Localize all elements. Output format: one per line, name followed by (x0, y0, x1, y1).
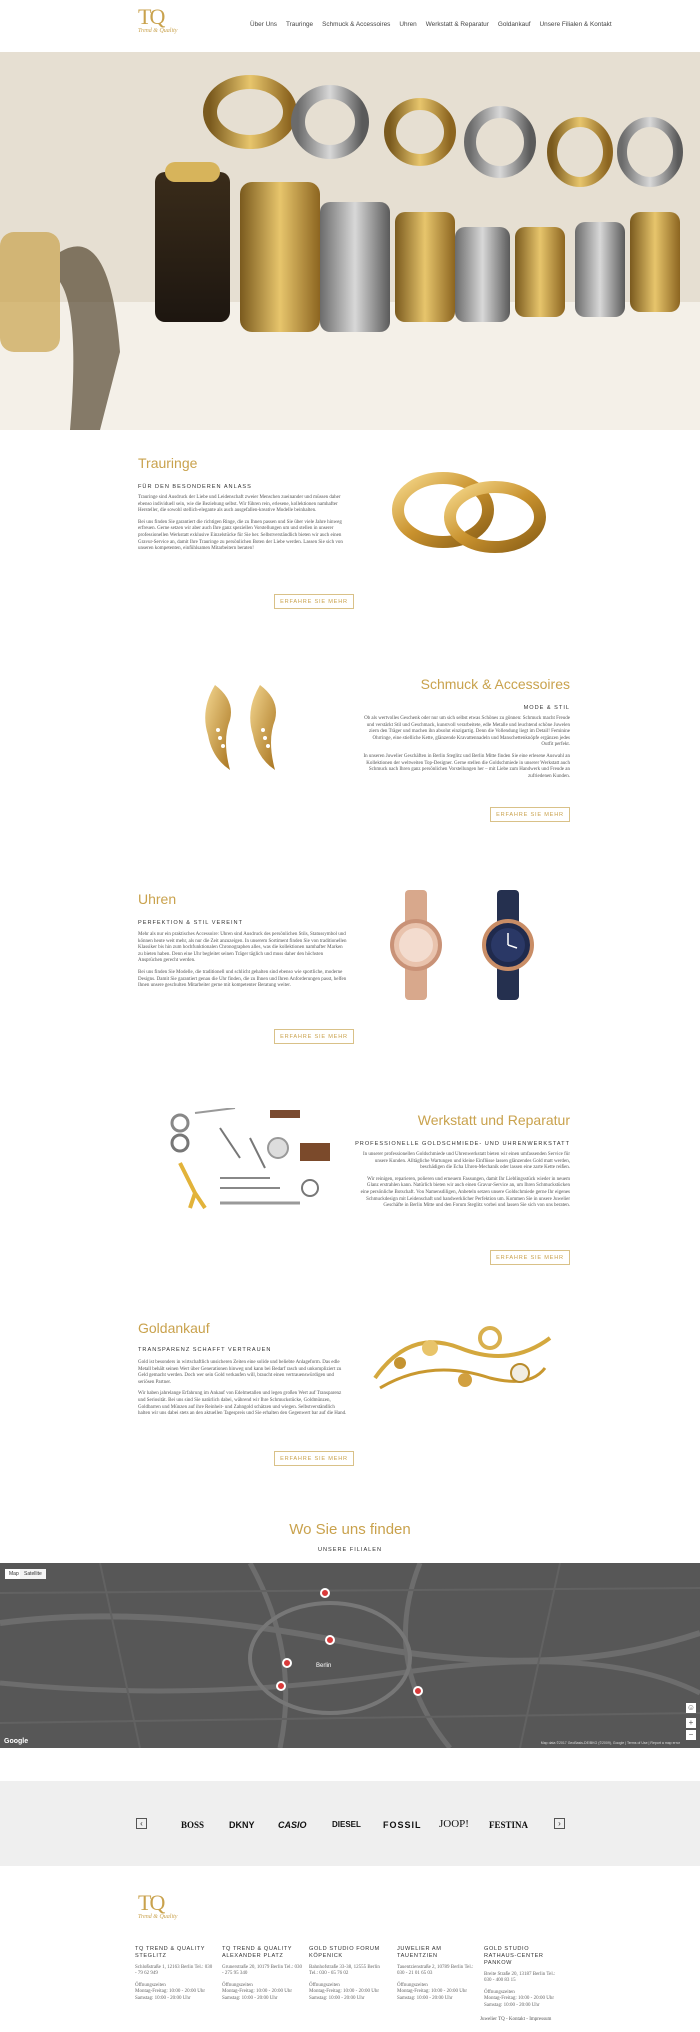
schmuck-paragraph-2: In unseren Juwelier Geschäften in Berlin… (363, 753, 570, 779)
logo-tagline: Trend & Quality (138, 28, 178, 34)
footer-branch-address: Schloßstraße 1, 12163 Berlin Tel.: 030 -… (135, 1965, 213, 1977)
footer-branch-title: GOLD STUDIO RATHAUS-CENTER PANKOW (484, 1946, 544, 1966)
brand-fossil[interactable]: FOSSIL (383, 1820, 422, 1830)
brand-carousel: ‹ BOSS DKNY CASIO DIESEL FOSSIL JOOP! FE… (0, 1781, 700, 1866)
goldankauf-text: Gold ist besonders in wirtschaftlich uns… (138, 1360, 348, 1423)
werkstatt-text: In unserer professionellen Goldschmiede … (360, 1152, 570, 1215)
goldankauf-subtitle: TRANSPARENZ SCHAFFT VERTRAUEN (138, 1347, 272, 1353)
trauringe-paragraph-1: Trauringe sind Ausdruck der Liebe und Le… (138, 495, 341, 514)
nav-schmuck[interactable]: Schmuck & Accessoires (322, 21, 390, 28)
map-city-label: Berlin (316, 1663, 332, 1669)
footer-branch-title: TQ TREND & QUALITY STEGLITZ (135, 1946, 205, 1959)
brand-prev-button[interactable]: ‹ (136, 1818, 147, 1829)
tools-image (170, 1108, 330, 1210)
goldankauf-title: Goldankauf (138, 1320, 210, 1336)
nav-goldankauf[interactable]: Goldankauf (498, 21, 531, 28)
footer-branch-address: Grunerstraße 20, 10179 Berlin Tel.: 030 … (222, 1965, 302, 1977)
footer-hours: Montag-Freitag: 10:00 - 20:00 Uhr Samsta… (135, 1989, 205, 2001)
werkstatt-more-button[interactable]: ERFAHRE SIE MEHR (490, 1250, 570, 1265)
footer-branch-title: TQ TREND & QUALITY ALEXANDER PLATZ (222, 1946, 292, 1959)
main-nav: Über Uns Trauringe Schmuck & Accessoires… (250, 21, 612, 28)
brand-joop[interactable]: JOOP! (439, 1818, 469, 1830)
map-tab-satellite[interactable]: Satellite (20, 1569, 46, 1579)
schmuck-text: Ob als wertvolles Geschenk oder nur um s… (360, 716, 570, 785)
watches-image (390, 890, 534, 1000)
uhren-text: Mehr als nur ein praktisches Accessoire:… (138, 932, 348, 995)
footer-branch-tauentzien: JUWELIER AM TAUENTZIEN Tauentzienstraße … (397, 1946, 477, 2007)
footer-hours: Montag-Freitag: 10:00 - 20:00 Uhr Samsta… (309, 1989, 379, 2001)
footer-bottom-links[interactable]: Juwelier TQ - Kontakt - Impressum (480, 2017, 551, 2022)
map-pin-tauentzien[interactable] (282, 1658, 292, 1668)
footer-hours: Montag-Freitag: 10:00 - 20:00 Uhr Samsta… (222, 1989, 292, 2001)
map-pin-koepenick[interactable] (413, 1686, 423, 1696)
brand-boss[interactable]: BOSS (181, 1820, 204, 1830)
werkstatt-title: Werkstatt und Reparatur (417, 1112, 570, 1128)
wedding-rings-image (392, 472, 546, 553)
location-subtitle: UNSERE FILIALEN (317, 1547, 383, 1553)
map-pin-steglitz[interactable] (276, 1681, 286, 1691)
footer-branch-address: Breite Straße 20, 13187 Berlin Tel.: 030… (484, 1972, 556, 1984)
nav-trauringe[interactable]: Trauringe (286, 21, 313, 28)
map-pin-alexanderplatz[interactable] (325, 1635, 335, 1645)
footer-branch-steglitz: TQ TREND & QUALITY STEGLITZ Schloßstraße… (135, 1946, 215, 2007)
location-title: Wo Sie uns finden (289, 1521, 411, 1538)
goldankauf-paragraph-1: Gold ist besonders in wirtschaftlich uns… (138, 1360, 342, 1385)
footer-logo-letters: TQ (138, 1890, 165, 1915)
werkstatt-paragraph-1: In unserer professionellen Goldschmiede … (362, 1152, 570, 1171)
earrings-image (205, 685, 276, 770)
footer-branch-title: GOLD STUDIO FORUM KÖPENICK (309, 1946, 380, 1959)
footer-hours: Montag-Freitag: 10:00 - 20:00 Uhr Samsta… (484, 1996, 554, 2008)
uhren-paragraph-1: Mehr als nur ein praktisches Accessoire:… (138, 932, 347, 964)
brand-festina[interactable]: FESTINA (489, 1820, 528, 1830)
hero-image-rings (0, 52, 700, 430)
footer-branch-address: Tauentzienstraße 2, 10789 Berlin Tel.: 0… (397, 1965, 474, 1977)
nav-filialen[interactable]: Unsere Filialen & Kontakt (540, 21, 612, 28)
nav-werkstatt[interactable]: Werkstatt & Reparatur (426, 21, 489, 28)
werkstatt-paragraph-2: Wir reinigen, reparieren, polieren und e… (360, 1176, 570, 1209)
schmuck-more-button[interactable]: ERFAHRE SIE MEHR (490, 807, 570, 822)
trauringe-subtitle: FÜR DEN BESONDEREN ANLASS (138, 484, 252, 490)
goldankauf-more-button[interactable]: ERFAHRE SIE MEHR (274, 1451, 354, 1466)
footer-logo-tagline: Trend & Quality (138, 1914, 178, 1920)
werkstatt-subtitle: PROFESSIONELLE GOLDSCHMIEDE- UND UHRENWE… (355, 1141, 570, 1147)
uhren-paragraph-2: Bei uns finden Sie Modelle, die traditio… (138, 969, 347, 989)
brand-dkny[interactable]: DKNY (229, 1820, 255, 1830)
map-zoom-out-button[interactable]: − (686, 1730, 696, 1740)
map-zoom-in-button[interactable]: + (686, 1718, 696, 1728)
trauringe-paragraph-2: Bei uns finden Sie garantiert die richti… (138, 519, 343, 552)
branch-map[interactable]: Map Satellite Berlin ☺ + − Google Map da… (0, 1563, 700, 1748)
brand-diesel[interactable]: DIESEL (332, 1820, 361, 1829)
logo-letters: TQ (138, 4, 165, 29)
schmuck-paragraph-1: Ob als wertvolles Geschenk oder nur um s… (364, 716, 570, 748)
schmuck-subtitle: MODE & STIL (523, 705, 570, 711)
footer-branch-pankow: GOLD STUDIO RATHAUS-CENTER PANKOW Breite… (484, 1946, 564, 2014)
trauringe-title: Trauringe (138, 455, 198, 471)
trauringe-text: Trauringe sind Ausdruck der Liebe und Le… (138, 495, 348, 558)
nav-uhren[interactable]: Uhren (399, 21, 416, 28)
schmuck-title: Schmuck & Accessoires (420, 676, 570, 692)
footer-hours: Montag-Freitag: 10:00 - 20:00 Uhr Samsta… (397, 1989, 467, 2001)
google-logo: Google (4, 1738, 29, 1745)
footer-branch-title: JUWELIER AM TAUENTZIEN (397, 1946, 442, 1959)
uhren-title: Uhren (138, 891, 177, 907)
uhren-more-button[interactable]: ERFAHRE SIE MEHR (274, 1029, 354, 1044)
goldankauf-paragraph-2: Wir haben jahrelange Erfahrung im Ankauf… (138, 1391, 347, 1417)
uhren-subtitle: PERFEKTION & STIL VEREINT (138, 920, 243, 926)
map-roads (0, 1563, 700, 1748)
trauringe-more-button[interactable]: ERFAHRE SIE MEHR (274, 594, 354, 609)
footer-branch-koepenick: GOLD STUDIO FORUM KÖPENICK Bahnhofstraße… (309, 1946, 389, 2007)
nav-ueber-uns[interactable]: Über Uns (250, 21, 277, 28)
footer-branch-alexanderplatz: TQ TREND & QUALITY ALEXANDER PLATZ Grune… (222, 1946, 302, 2007)
brand-next-button[interactable]: › (554, 1818, 565, 1829)
site-header: TQ Trend & Quality Über Uns Trauringe Sc… (0, 0, 700, 52)
hero-rings-illustration (0, 52, 700, 430)
footer-branch-address: Bahnhofstraße 33-38, 12555 Berlin Tel.: … (309, 1965, 380, 1977)
header-logo[interactable]: TQ Trend & Quality (138, 6, 184, 48)
map-attribution: Map data ©2017 GeoBasis-DE/BKG (©2009), … (540, 1741, 680, 1745)
map-pegman-icon[interactable]: ☺ (686, 1703, 696, 1713)
gold-jewelry-image (373, 1326, 552, 1390)
footer-logo[interactable]: TQ Trend & Quality (138, 1892, 184, 1934)
brand-casio[interactable]: CASIO (278, 1820, 307, 1830)
map-pin-pankow[interactable] (320, 1588, 330, 1598)
